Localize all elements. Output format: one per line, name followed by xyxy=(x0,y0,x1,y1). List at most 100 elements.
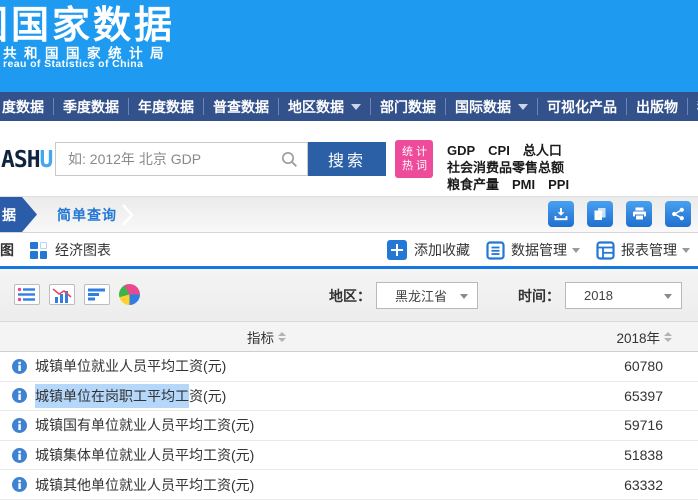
region-select[interactable]: 黑龙江省 xyxy=(376,282,478,309)
indicator-table: 城镇单位就业人员平均工资(元) 60780 城镇单位在岗职工平均工资(元) 65… xyxy=(0,352,698,500)
table-row[interactable]: 城镇集体单位就业人员平均工资(元) 51838 xyxy=(0,441,698,471)
nav-item-census[interactable]: 普查数据 xyxy=(203,98,278,115)
nav-item-monthly[interactable]: 度数据 xyxy=(0,98,53,115)
indicator-name: 城镇集体单位就业人员平均工资(元) xyxy=(35,445,254,465)
column-year-label: 2018年 xyxy=(616,327,660,347)
plus-icon[interactable] xyxy=(387,240,407,260)
logo-part-dark: ASH xyxy=(1,147,40,173)
filter-bar: 地区： 黑龙江省 时间： 2018 xyxy=(0,269,698,322)
region-value: 黑龙江省 xyxy=(395,286,447,305)
time-select[interactable]: 2018 xyxy=(565,282,682,309)
hot-term-grain[interactable]: 粮食产量 xyxy=(447,176,499,193)
copy-icon xyxy=(593,207,607,221)
nav-label: 可视化产品 xyxy=(547,97,617,117)
hot-term-pmi[interactable]: PMI xyxy=(512,176,535,193)
download-icon xyxy=(554,207,568,221)
tab-label: 据 xyxy=(2,205,16,225)
nav-item-international[interactable]: 国际数据 xyxy=(445,98,537,115)
indicator-value: 65397 xyxy=(624,388,698,404)
column-indicator-label: 指标 xyxy=(247,327,274,347)
nav-item-visualization[interactable]: 可视化产品 xyxy=(537,98,626,115)
sub-nav: 图 经济图表 添加收藏 数据管理 报表管理 xyxy=(0,234,698,266)
chevron-down-icon xyxy=(351,104,361,110)
indicator-value: 59716 xyxy=(624,417,698,433)
report-manage-link[interactable]: 报表管理 xyxy=(621,240,677,260)
table-header: 指标 2018年 xyxy=(0,322,698,352)
region-filter-label: 地区： xyxy=(329,286,371,306)
view-switcher xyxy=(14,284,140,305)
hot-term-population[interactable]: 总人口 xyxy=(523,142,562,159)
hbar-view-icon[interactable] xyxy=(84,284,110,305)
nav-item-quarterly[interactable]: 季度数据 xyxy=(53,98,128,115)
nav-item-favorites[interactable]: 我的收藏 xyxy=(687,98,698,115)
hot-term-cpi[interactable]: CPI xyxy=(488,142,510,159)
indicator-name-highlight: 城镇单位在岗职工平均工 xyxy=(35,384,189,408)
tab-active-data[interactable]: 据 xyxy=(0,197,37,232)
table-row[interactable]: 城镇单位就业人员平均工资(元) 60780 xyxy=(0,352,698,382)
search-button[interactable]: 搜索 xyxy=(308,142,386,176)
chevron-down-icon[interactable] xyxy=(572,248,580,253)
bureau-name-en: reau of Statistics of China xyxy=(3,58,143,70)
indicator-value: 63332 xyxy=(624,477,698,493)
list-view-glyph xyxy=(17,287,37,302)
hot-term-ppi[interactable]: PPI xyxy=(548,176,569,193)
hot-terms-badge[interactable]: 统计 热词 xyxy=(395,140,433,178)
table-row[interactable]: 城镇其他单位就业人员平均工资(元) 63332 xyxy=(0,470,698,500)
badge-line: 统计 xyxy=(402,145,430,159)
chevron-down-icon[interactable] xyxy=(682,248,690,253)
stats-data-page: 国国家数据 共和国国家统计局 reau of Statistics of Chi… xyxy=(0,0,698,500)
top-nav: 度数据 季度数据 年度数据 普查数据 地区数据 部门数据 国际数据 可视化产品 … xyxy=(0,92,698,121)
pie-chart-view-icon[interactable] xyxy=(119,284,140,305)
time-filter-label: 时间： xyxy=(518,286,560,306)
nav-item-publications[interactable]: 出版物 xyxy=(626,98,687,115)
tab-economic-charts[interactable]: 经济图表 xyxy=(55,240,111,260)
hot-term-gdp[interactable]: GDP xyxy=(447,142,475,159)
info-icon[interactable] xyxy=(12,388,27,403)
column-indicator: 指标 xyxy=(0,327,533,347)
add-favorite-link[interactable]: 添加收藏 xyxy=(414,240,470,260)
sort-icon[interactable] xyxy=(278,332,286,342)
nav-label: 度数据 xyxy=(2,97,44,117)
logo-part-light: U xyxy=(40,147,53,173)
table-action-icons xyxy=(548,201,691,227)
sort-icon[interactable] xyxy=(664,332,672,342)
table-row[interactable]: 城镇国有单位就业人员平均工资(元) 59716 xyxy=(0,411,698,441)
data-manage-link[interactable]: 数据管理 xyxy=(511,240,567,260)
grid-cell xyxy=(40,242,48,250)
table-row[interactable]: 城镇单位在岗职工平均工资(元) 65397 xyxy=(0,382,698,412)
nav-item-annual[interactable]: 年度数据 xyxy=(128,98,203,115)
tab-simple-query[interactable]: 简单查询 xyxy=(57,197,117,232)
indicator-name: 城镇国有单位就业人员平均工资(元) xyxy=(35,415,254,435)
report-manage-icon[interactable] xyxy=(596,241,615,260)
chevron-down-icon xyxy=(460,294,468,299)
bar-chart-view-icon[interactable] xyxy=(49,284,75,305)
nav-label: 年度数据 xyxy=(138,97,194,117)
chevron-down-icon xyxy=(664,294,672,299)
info-icon[interactable] xyxy=(12,477,27,492)
indicator-name: 城镇单位就业人员平均工资(元) xyxy=(35,356,226,376)
list-view-icon[interactable] xyxy=(14,284,40,305)
time-value: 2018 xyxy=(584,288,613,303)
nav-item-regional[interactable]: 地区数据 xyxy=(278,98,370,115)
nav-label: 部门数据 xyxy=(380,97,436,117)
info-icon[interactable] xyxy=(12,448,27,463)
info-icon[interactable] xyxy=(12,418,27,433)
download-button[interactable] xyxy=(548,201,574,227)
print-button[interactable] xyxy=(626,201,652,227)
nav-item-departmental[interactable]: 部门数据 xyxy=(370,98,445,115)
copy-button[interactable] xyxy=(587,201,613,227)
indicator-value: 51838 xyxy=(624,447,698,463)
manage-links: 添加收藏 数据管理 报表管理 xyxy=(387,234,690,266)
print-icon xyxy=(632,207,647,221)
hbar-glyph xyxy=(87,287,107,302)
hot-term-retail[interactable]: 社会消费品零售总额 xyxy=(447,159,564,176)
filters: 地区： 黑龙江省 时间： 2018 xyxy=(329,269,682,322)
bar-chart-glyph xyxy=(52,287,72,303)
badge-line: 热词 xyxy=(402,159,430,173)
chevron-right-icon xyxy=(121,204,134,226)
data-manage-icon[interactable] xyxy=(486,241,505,260)
info-icon[interactable] xyxy=(12,359,27,374)
search-input[interactable] xyxy=(56,151,281,167)
share-button[interactable] xyxy=(665,201,691,227)
indicator-name: 资(元) xyxy=(189,386,226,406)
